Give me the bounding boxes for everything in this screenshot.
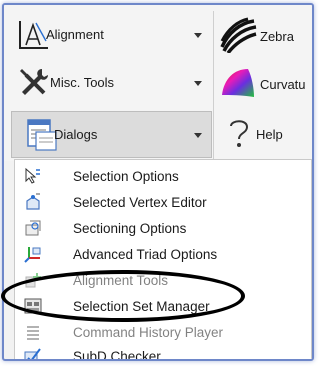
alignment-button[interactable]: Alignment [14, 13, 210, 57]
curvature-label: Curvatu [260, 77, 306, 92]
vertex-editor-icon [26, 193, 40, 210]
triad-icon [24, 247, 41, 263]
subd-checker-icon [24, 348, 41, 359]
misc-tools-label: Misc. Tools [50, 75, 115, 90]
chevron-down-icon[interactable] [194, 133, 202, 138]
menu-item-label: Advanced Triad Options [73, 246, 218, 262]
chevron-down-icon[interactable] [194, 33, 202, 38]
menu-item-selection-set-manager[interactable]: Selection Set Manager [15, 293, 311, 319]
dialogs-dropdown-menu: Selection Options Selected Vertex Editor… [14, 159, 312, 361]
menu-item-selection-options[interactable]: Selection Options [15, 163, 311, 189]
zebra-button[interactable]: Zebra [216, 15, 312, 57]
menu-item-label: Selection Set Manager [73, 298, 210, 314]
alignment-icon [19, 21, 48, 49]
help-label: Help [256, 127, 283, 142]
sectioning-icon [25, 220, 41, 236]
ribbon-panel-frame: Alignment Misc. Tools Dialogs Zebra Curv… [2, 3, 314, 361]
curvature-button[interactable]: Curvatu [216, 63, 312, 105]
selection-set-icon [24, 298, 42, 314]
misc-tools-button[interactable]: Misc. Tools [14, 61, 210, 105]
menu-item-selected-vertex-editor[interactable]: Selected Vertex Editor [15, 189, 311, 215]
menu-item-alignment-tools[interactable]: Alignment Tools [15, 267, 311, 293]
dialogs-button[interactable]: Dialogs [14, 111, 210, 158]
question-mark-icon [230, 120, 249, 147]
ribbon: Alignment Misc. Tools Dialogs Zebra Curv… [4, 5, 312, 161]
menu-item-advanced-triad-options[interactable]: Advanced Triad Options [15, 241, 311, 267]
wrench-screwdriver-icon [20, 69, 48, 95]
command-history-icon [27, 326, 39, 340]
selection-options-icon [25, 167, 40, 184]
alignment-label: Alignment [46, 27, 104, 42]
help-button[interactable]: Help [216, 113, 312, 155]
zebra-stripes-icon [220, 17, 257, 53]
menu-item-label: Alignment Tools [73, 272, 169, 288]
menu-item-label: Selected Vertex Editor [73, 194, 207, 210]
menu-item-command-history-player[interactable]: Command History Player [15, 319, 311, 345]
menu-item-label: Command History Player [73, 324, 224, 340]
curvature-icon [222, 69, 254, 97]
menu-item-label: Selection Options [73, 168, 179, 184]
menu-item-sectioning-options[interactable]: Sectioning Options [15, 215, 311, 241]
zebra-label: Zebra [260, 29, 294, 44]
chevron-down-icon[interactable] [194, 81, 202, 86]
dialogs-label: Dialogs [54, 127, 98, 142]
alignment-tools-icon [25, 273, 41, 288]
ribbon-divider [213, 11, 214, 159]
menu-item-label: Sectioning Options [73, 220, 187, 236]
menu-item-label: SubD Checker [73, 348, 161, 361]
menu-item-subd-checker[interactable]: SubD Checker [15, 343, 311, 361]
